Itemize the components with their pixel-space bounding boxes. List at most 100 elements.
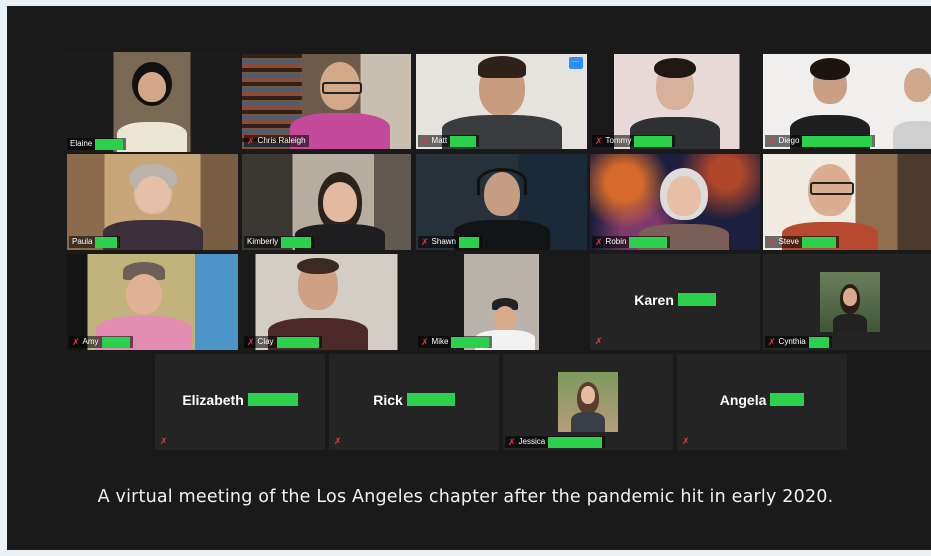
muted-mic-icon: ✗ (334, 436, 342, 446)
participant-name: Karen (634, 292, 674, 309)
name-label: ✗ Matt (418, 135, 480, 147)
participant-tile-elaine[interactable]: Elaine (65, 52, 239, 152)
second-participant-face (903, 68, 931, 102)
muted-mic-icon: ✗ (768, 337, 776, 347)
participant-tile-matt[interactable]: ··· ✗ Matt (416, 54, 587, 149)
name-label: ✗ Robin (592, 236, 671, 248)
participant-tile-elizabeth[interactable]: Elizabeth ✗ (155, 354, 325, 450)
participant-tile-paula[interactable]: Paula (67, 154, 238, 250)
participant-tile-mike[interactable]: ✗ Mike (416, 254, 587, 350)
participant-face (581, 386, 595, 404)
redaction-bar (802, 236, 837, 248)
muted-mic-icon: ✗ (421, 136, 429, 146)
redaction-bar (95, 138, 124, 150)
glasses (810, 182, 855, 195)
participant-name-display: Rick (329, 392, 499, 408)
redaction-bar (276, 336, 319, 348)
participant-name: Angela (719, 392, 767, 409)
muted-mic-icon: ✗ (508, 437, 516, 447)
participant-tile-diego[interactable]: ✗ Diego (763, 54, 931, 149)
muted-mic-icon: ✗ (682, 436, 690, 446)
muted-mic-icon: ✗ (247, 337, 255, 347)
participant-tile-steve[interactable]: ✗ Steve (763, 154, 931, 250)
muted-mic-icon: ✗ (421, 337, 429, 347)
redaction-bar (629, 236, 668, 248)
participant-name: Shawn (431, 237, 457, 246)
redaction-bar (281, 236, 312, 248)
redaction-bar (548, 436, 603, 448)
name-label: ✗ Cynthia (765, 336, 832, 348)
muted-mic-icon: ✗ (768, 136, 776, 146)
name-label: Elaine (67, 138, 127, 150)
participant-tile-cynthia[interactable]: ✗ Cynthia (763, 254, 931, 350)
name-label: ✗ Tommy (592, 135, 676, 147)
participant-body (117, 122, 187, 152)
participant-face (843, 288, 857, 306)
name-label: ✗ Diego (765, 135, 876, 147)
participant-face (666, 176, 701, 216)
image-caption: A virtual meeting of the Los Angeles cha… (97, 487, 834, 507)
participant-name: Jessica (518, 437, 546, 446)
participant-body (571, 412, 605, 432)
participant-name: Elizabeth (182, 392, 244, 409)
glasses (322, 82, 363, 94)
participant-tile-chris[interactable]: ✗ Chris Raleigh (242, 54, 411, 149)
participant-name: Amy (82, 337, 99, 346)
meeting-window: Elaine ✗ Chris Raleigh ··· ✗ Matt ✗ Tommy (7, 6, 931, 550)
muted-mic-icon: ✗ (72, 337, 80, 347)
participant-tile-tommy[interactable]: ✗ Tommy (590, 54, 760, 149)
participant-name: Chris Raleigh (257, 136, 306, 145)
redaction-bar (101, 336, 130, 348)
participant-tile-clay[interactable]: ✗ Clay (242, 254, 411, 350)
muted-mic-icon: ✗ (768, 237, 776, 247)
participant-tile-angela[interactable]: Angela ✗ (677, 354, 847, 450)
muted-mic-icon: ✗ (421, 237, 429, 247)
participant-tile-robin[interactable]: ✗ Robin (590, 154, 760, 250)
participant-face (493, 306, 516, 332)
headset-icon (476, 168, 527, 195)
participant-body (833, 314, 867, 332)
name-label: Paula (69, 236, 121, 248)
redaction-bar (634, 135, 673, 147)
participant-tile-kimberly[interactable]: Kimberly (242, 154, 411, 250)
participant-name-display: Karen (590, 292, 760, 308)
participant-tile-amy[interactable]: ✗ Amy (67, 254, 238, 350)
redaction-bar (451, 336, 490, 348)
muted-mic-icon: ✗ (247, 136, 255, 146)
muted-mic-icon: ✗ (160, 436, 168, 446)
participant-name: Diego (778, 136, 800, 145)
name-label: ✗ Mike (418, 336, 493, 348)
redaction-bar (247, 393, 298, 407)
participant-face (125, 274, 162, 314)
redaction-bar (808, 336, 829, 348)
participant-name: Mike (431, 337, 449, 346)
name-label: ✗ Amy (69, 336, 133, 348)
participant-hair (810, 58, 851, 80)
video-feed (65, 52, 239, 152)
redaction-bar (95, 236, 118, 248)
participant-name: Cynthia (778, 337, 806, 346)
redaction-bar (802, 135, 873, 147)
redaction-bar (459, 236, 480, 248)
participant-hair (297, 258, 340, 274)
participant-name: Paula (72, 237, 93, 246)
name-label: ✗ Jessica (505, 436, 606, 448)
muted-mic-icon: ✗ (595, 237, 603, 247)
participant-name: Kimberly (247, 237, 279, 246)
more-options-button[interactable]: ··· (569, 57, 583, 69)
name-label: ✗ Clay (244, 336, 322, 348)
participant-name: Tommy (605, 136, 632, 145)
participant-hair (654, 58, 696, 78)
name-label: Kimberly (244, 236, 315, 248)
participant-tile-jessica[interactable]: ✗ Jessica (503, 354, 673, 450)
redaction-bar (677, 293, 716, 307)
participant-tile-rick[interactable]: Rick ✗ (329, 354, 499, 450)
participant-tile-shawn[interactable]: ✗ Shawn (416, 154, 587, 250)
participant-tile-karen[interactable]: Karen ✗ (590, 254, 760, 350)
video-feed (820, 272, 880, 332)
participant-name: Steve (778, 237, 800, 246)
redaction-bar (450, 135, 477, 147)
redaction-bar (406, 393, 455, 407)
name-label: ✗ Steve (765, 236, 840, 248)
participant-name-display: Angela (677, 392, 847, 408)
